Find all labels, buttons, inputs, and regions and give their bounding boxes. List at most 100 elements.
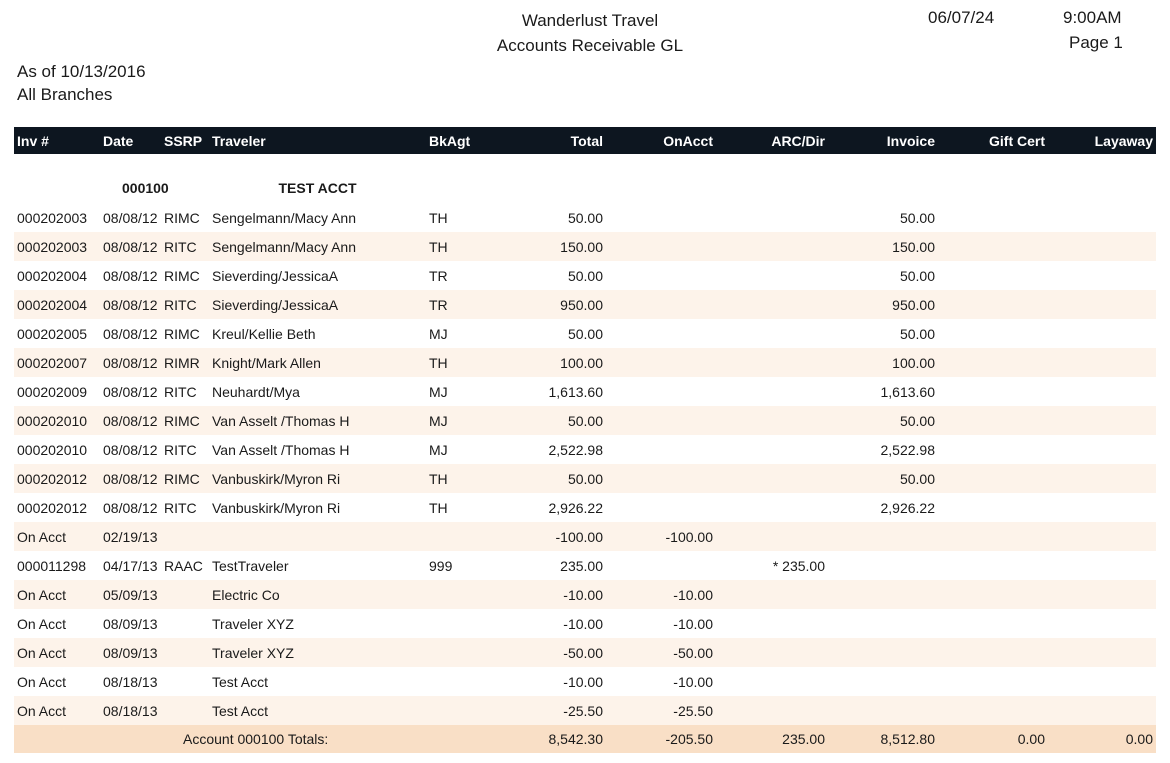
table-row: 000202010 08/08/12 RIMC Van Asselt /Thomas … [14,406,1156,435]
cell-date: 08/08/12 [103,209,158,226]
cell-onacct: -25.50 [606,696,716,725]
cell-onacct: -10.00 [673,615,713,632]
cell-onacct [606,232,716,261]
cell-invoice [828,580,938,609]
cell-date: 05/09/13 [100,580,161,609]
cell-date: 08/08/12 [100,232,161,261]
col-header-traveler: Traveler [212,132,266,149]
cell-total: -10.00 [563,615,603,632]
cell-inv: 000202003 [17,209,88,226]
cell-bkagt: TH [426,464,504,493]
cell-invoice: 50.00 [899,209,935,226]
cell-arc-dir [716,232,828,261]
cell-bkagt: MJ [429,441,448,458]
cell-onacct [606,493,716,522]
cell-onacct [606,435,716,464]
table-row: 000202005 08/08/12 RIMC Kreul/Kellie Beth MJ… [14,319,1156,348]
cell-ssrp: RIMC [164,209,200,226]
cell-gift-cert [938,232,1048,261]
table-row: 000202004 08/08/12 RIMC Sieverding/JessicaA… [14,261,1156,290]
cell-ssrp [161,609,209,638]
cell-traveler: Knight/Mark Allen [209,348,426,377]
col-header-date: Date [103,132,134,149]
table-row: 000202003 08/08/12 RITC Sengelmann/Macy Ann… [14,232,1156,261]
cell-onacct [606,464,716,493]
cell-gift-cert [938,638,1048,667]
cell-total: -10.00 [563,673,603,690]
cell-layaway [1048,551,1156,580]
cell-gift-cert [938,609,1048,638]
cell-inv: 000202009 [17,383,88,400]
cell-arc-dir [716,348,828,377]
cell-date: 04/17/13 [103,557,158,574]
cell-layaway [1048,609,1156,638]
cell-arc-dir [716,696,828,725]
cell-gift-cert [938,261,1048,290]
cell-date: 08/18/13 [100,696,161,725]
page-number: Page 1 [1069,33,1123,52]
spacer-row [14,154,1156,173]
cell-bkagt [426,638,504,667]
cell-arc-dir [716,435,828,464]
cell-arc-dir [716,464,828,493]
cell-traveler: Neuhardt/Mya [212,383,300,400]
cell-date: 08/08/12 [100,406,161,435]
cell-onacct: -50.00 [606,638,716,667]
cell-arc-dir [716,406,828,435]
cell-inv: 000202004 [17,267,88,284]
cell-invoice: 100.00 [828,348,938,377]
table-row: On Acct 02/19/13 -100.00 -100.00 [14,522,1156,551]
cell-bkagt [426,580,504,609]
cell-date: 08/18/13 [103,673,158,690]
cell-ssrp: RAAC [164,557,203,574]
cell-traveler: Test Acct [209,696,426,725]
cell-traveler: Electric Co [209,580,426,609]
cell-total: 2,926.22 [548,499,604,516]
table-row: 000202004 08/08/12 RITC Sieverding/JessicaA… [14,290,1156,319]
cell-layaway [1048,377,1156,406]
cell-date: 08/08/12 [103,267,158,284]
totals-row: Account 000100 Totals: 8,542.30 -205.50 235… [14,725,1156,753]
cell-layaway [1048,667,1156,696]
cell-ssrp: RIMC [161,406,209,435]
cell-arc-dir [716,667,828,696]
table-row: 000202003 08/08/12 RIMC Sengelmann/Macy Ann… [14,203,1156,232]
cell-layaway [1048,406,1156,435]
cell-total: -10.00 [504,580,606,609]
cell-inv: 000202003 [14,232,100,261]
table-row: On Acct 08/18/13 Test Acct -10.00 -10.00 [14,667,1156,696]
cell-date: 08/09/13 [100,638,161,667]
print-date: 06/07/24 [928,8,995,27]
col-header-invoice: Invoice [886,132,935,149]
cell-invoice: 50.00 [828,464,938,493]
cell-date: 08/08/12 [100,348,161,377]
totals-onacct: -205.50 [606,725,716,753]
cell-layaway [1048,638,1156,667]
cell-invoice: 150.00 [828,232,938,261]
table-row: On Acct 08/18/13 Test Acct -25.50 -25.50 [14,696,1156,725]
cell-invoice: 2,926.22 [880,499,936,516]
cell-total: 50.00 [567,209,603,226]
cell-traveler: Kreul/Kellie Beth [212,325,316,342]
group-account-number: 000100 [122,180,169,196]
cell-onacct [606,377,716,406]
cell-ssrp [161,522,209,551]
cell-bkagt [426,522,504,551]
ar-gl-table: Inv # Date SSRP Traveler BkAgt Total OnA… [14,127,1156,753]
cell-traveler: Vanbuskirk/Myron Ri [209,464,426,493]
cell-layaway [1048,319,1156,348]
cell-invoice: 50.00 [899,325,935,342]
table-row: 000202010 08/08/12 RITC Van Asselt /Thomas … [14,435,1156,464]
cell-onacct [606,290,716,319]
cell-inv: 000202010 [14,406,100,435]
cell-layaway [1048,493,1156,522]
cell-inv: 000202012 [14,464,100,493]
cell-arc-dir [716,609,828,638]
cell-invoice: 950.00 [828,290,938,319]
col-header-layaway: Layaway [1094,132,1153,149]
cell-bkagt: TR [426,290,504,319]
cell-gift-cert [938,464,1048,493]
cell-ssrp: RIMC [161,464,209,493]
cell-bkagt: TR [429,267,448,284]
cell-layaway [1048,435,1156,464]
